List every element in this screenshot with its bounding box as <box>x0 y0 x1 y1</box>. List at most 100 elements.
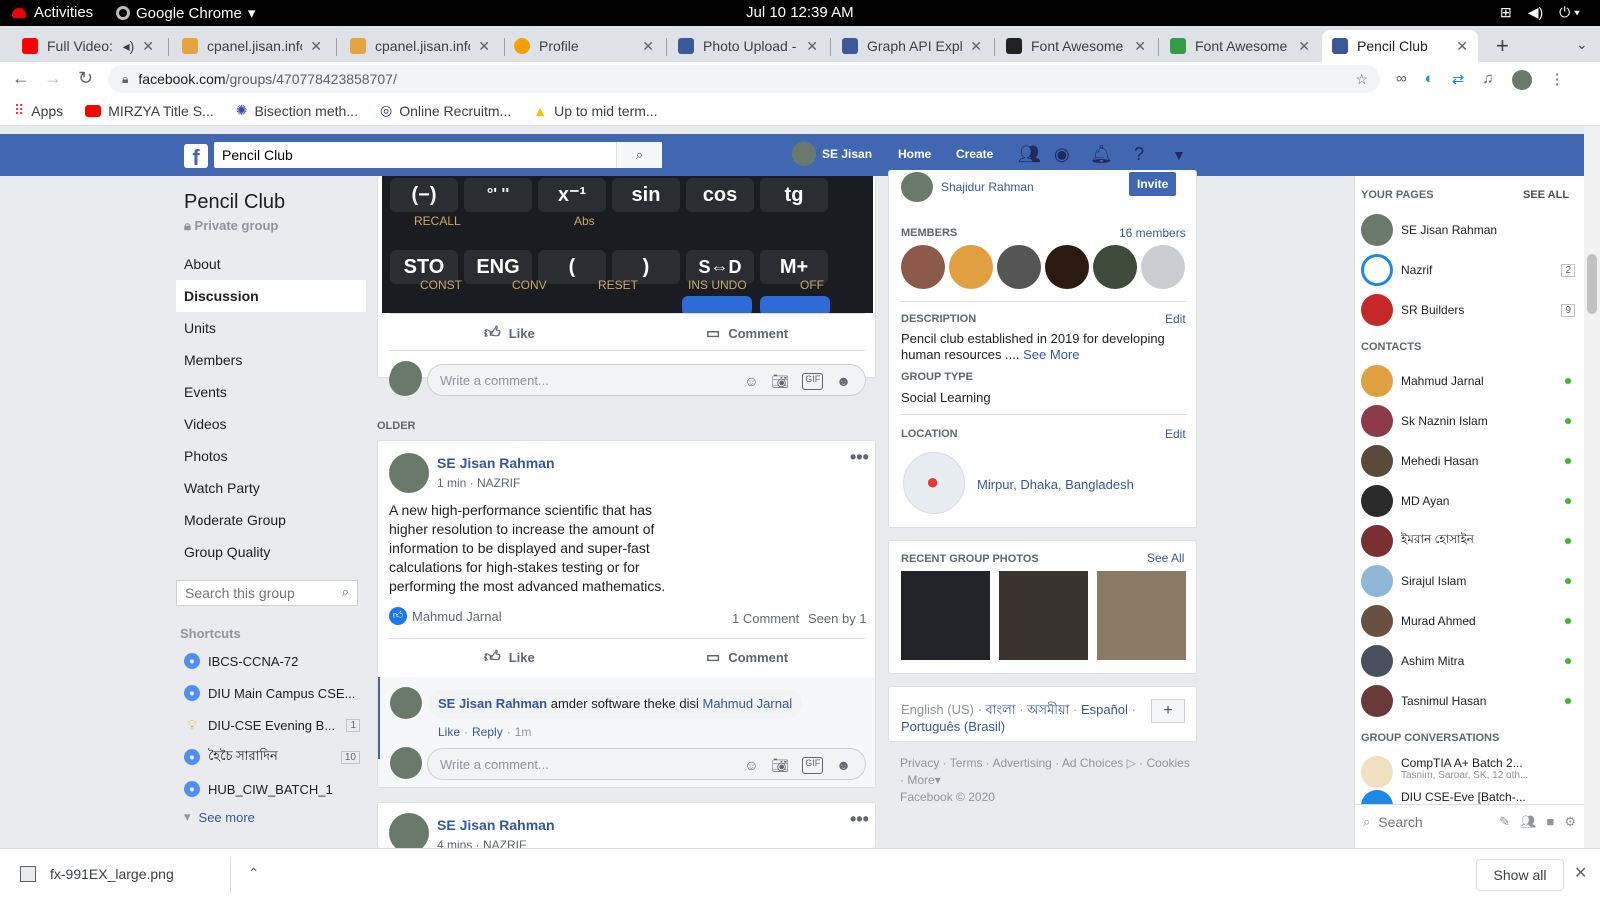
member-avatar[interactable] <box>1141 245 1185 289</box>
language-link[interactable]: অসমীয়া <box>1027 702 1069 717</box>
notifications-icon[interactable]: 🔔︎ <box>1090 144 1113 165</box>
star-icon[interactable]: ☆ <box>1355 71 1368 88</box>
nav-about[interactable]: About <box>176 248 366 280</box>
user-avatar[interactable] <box>792 142 816 166</box>
bookmark-mid-term[interactable]: ▲ Up to mid term... <box>533 103 657 119</box>
compose-icon[interactable]: ✎ <box>1499 814 1510 830</box>
comment-reply-link[interactable]: Reply <box>472 725 503 739</box>
like-button[interactable]: 👍︎ Like <box>484 324 535 343</box>
bookmark-online-recruitment[interactable]: ◎ Online Recruitm... <box>380 102 511 119</box>
invite-button[interactable]: Invite <box>1129 172 1177 196</box>
edit-location-link[interactable]: Edit <box>1165 427 1186 441</box>
gif-icon[interactable]: GIF <box>802 757 824 774</box>
nav-watch-party[interactable]: Watch Party <box>176 472 366 504</box>
calculator-photo[interactable]: (−) °' '' x⁻¹ sin cos tg STO ENG ( ) S⇔D… <box>382 176 873 313</box>
extension-icon[interactable]: ⇄ <box>1452 70 1465 90</box>
nav-group-quality[interactable]: Group Quality <box>176 536 366 568</box>
close-tab-icon[interactable]: ✕ <box>310 38 322 55</box>
tab-photo-upload[interactable]: Photo Upload - ✕ <box>668 30 828 62</box>
gif-icon[interactable]: GIF <box>802 373 824 390</box>
camera-icon[interactable]: 📷︎ <box>771 373 789 390</box>
shortcut-ibcs[interactable]: ● IBCS-CCNA-72 <box>176 645 366 677</box>
tab-font-awesome-2[interactable]: Font Awesome ✕ <box>1160 30 1320 62</box>
create-group-icon[interactable]: 👥︎ <box>1520 814 1537 830</box>
comment-input[interactable]: Write a comment... ☺ 📷︎ GIF ☻ <box>427 748 866 780</box>
sticker-icon[interactable]: ☻ <box>836 757 851 774</box>
forward-button[interactable]: → <box>44 68 62 89</box>
contact-item[interactable]: Sirajul Islam <box>1361 562 1579 600</box>
extension-icon[interactable]: ◐ <box>1425 70 1434 90</box>
close-tab-icon[interactable]: ✕ <box>1134 38 1146 55</box>
nav-units[interactable]: Units <box>176 312 366 344</box>
tab-font-awesome-1[interactable]: Font Awesome ✕ <box>996 30 1156 62</box>
footer-link[interactable]: Advertising <box>992 756 1051 770</box>
close-tab-icon[interactable]: ✕ <box>806 38 818 55</box>
reply-avatar[interactable] <box>390 687 422 719</box>
see-all-photos-link[interactable]: See All <box>1147 551 1184 565</box>
footer-link[interactable]: Terms <box>950 756 983 770</box>
download-item[interactable]: fx-991EX_large.png ⌃ <box>20 865 260 882</box>
comment-mention[interactable]: Mahmud Jarnal <box>702 696 792 711</box>
menu-icon[interactable]: ⋮ <box>1550 70 1565 90</box>
show-all-button[interactable]: Show all <box>1476 859 1564 891</box>
contact-item[interactable]: Ashim Mitra <box>1361 642 1579 680</box>
emoji-icon[interactable]: ☺ <box>744 757 758 774</box>
comment-like-link[interactable]: Like <box>438 725 460 739</box>
facebook-logo-icon[interactable]: f <box>184 144 208 170</box>
nav-photos[interactable]: Photos <box>176 440 366 472</box>
footer-link[interactable]: Privacy <box>900 756 939 770</box>
nav-videos[interactable]: Videos <box>176 408 366 440</box>
gear-icon[interactable]: ⚙ <box>1564 814 1576 830</box>
tab-cpanel-1[interactable]: cpanel.jisan.info ✕ <box>172 30 332 62</box>
create-link[interactable]: Create <box>956 147 993 161</box>
group-name[interactable]: Pencil Club <box>184 191 366 214</box>
search-icon[interactable]: ⌕ <box>616 142 662 168</box>
more-options-icon[interactable]: ••• <box>850 809 869 830</box>
messenger-icon[interactable]: ◉ <box>1054 144 1070 165</box>
tab-graph-api[interactable]: Graph API Explo ✕ <box>832 30 992 62</box>
see-more-shortcuts[interactable]: ▾ See more <box>176 805 366 829</box>
system-tray[interactable]: ⊞ ◀) ⏻ ▾ <box>1500 4 1580 21</box>
contact-item[interactable]: ইমরান হোসাইন <box>1361 522 1579 560</box>
member-avatar[interactable] <box>1093 245 1137 289</box>
member-avatar[interactable] <box>949 245 993 289</box>
comment-button[interactable]: ▭ Comment <box>706 324 788 342</box>
search-icon[interactable]: ⌕ <box>342 584 349 600</box>
close-tab-icon[interactable]: ✕ <box>642 38 654 55</box>
author-avatar[interactable] <box>389 453 429 493</box>
close-download-bar-icon[interactable]: ✕ <box>1574 863 1587 883</box>
post-author[interactable]: SE Jisan Rahman <box>437 817 555 833</box>
scrollbar-thumb[interactable] <box>1587 254 1597 314</box>
bookmark-mirzya[interactable]: MIRZYA Title S... <box>85 103 214 119</box>
group-search[interactable]: ⌕ <box>176 580 358 606</box>
contact-item[interactable]: MD Ayan <box>1361 482 1579 520</box>
activities-button[interactable]: Activities <box>12 4 93 21</box>
new-tab-button[interactable]: + <box>1496 33 1509 59</box>
shortcut-diu-main[interactable]: ● DIU Main Campus CSE... <box>176 677 366 709</box>
footer-link[interactable]: Cookies <box>1147 756 1190 770</box>
chat-search[interactable]: ⌕ ✎ 👥︎ ■ ⚙ <box>1355 804 1584 838</box>
member-avatar[interactable] <box>1045 245 1089 289</box>
reactions-summary[interactable]: 👍︎ Mahmud Jarnal <box>389 607 502 625</box>
like-button[interactable]: 👍︎ Like <box>484 648 535 667</box>
tab-cpanel-2[interactable]: cpanel.jisan.info ✕ <box>340 30 500 62</box>
more-options-icon[interactable]: ••• <box>850 447 869 468</box>
seen-count[interactable]: Seen by 1 <box>808 611 867 626</box>
language-link[interactable]: Español <box>1081 702 1128 717</box>
clock[interactable]: Jul 10 12:39 AM <box>746 4 854 21</box>
address-bar[interactable]: 🔒︎ facebook.com/groups/470778423858707/ … <box>108 65 1380 93</box>
bookmark-bisection[interactable]: ✺ Bisection meth... <box>236 102 358 119</box>
extension-icon[interactable]: ∞ <box>1396 70 1407 90</box>
comment-time[interactable]: 1m <box>515 725 532 739</box>
bookmark-apps[interactable]: ⠿ Apps <box>14 102 63 119</box>
nav-members[interactable]: Members <box>176 344 366 376</box>
app-menu[interactable]: Google Chrome ▾ <box>116 4 255 22</box>
comment-button[interactable]: ▭ Comment <box>706 648 788 666</box>
member-avatar[interactable] <box>997 245 1041 289</box>
group-photo-thumb[interactable] <box>999 571 1088 660</box>
sticker-icon[interactable]: ☻ <box>836 373 851 390</box>
nav-discussion[interactable]: Discussion <box>176 280 366 312</box>
see-all-pages-link[interactable]: SEE ALL <box>1523 189 1569 201</box>
location-map-icon[interactable]: ● <box>903 452 965 514</box>
tab-full-video[interactable]: Full Video: ◂) ✕ <box>12 30 164 62</box>
